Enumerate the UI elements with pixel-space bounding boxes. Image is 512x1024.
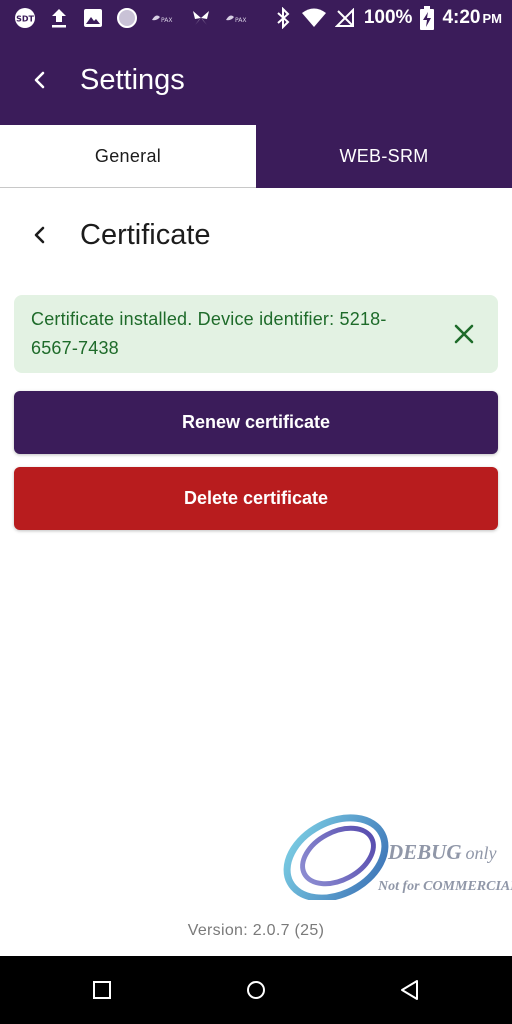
chevron-left-icon — [34, 226, 45, 244]
clock-time: 4:20 — [442, 7, 481, 28]
nav-back-button[interactable] — [394, 974, 426, 1006]
debug-watermark: DEBUG only Not for COMMERCIAL — [278, 812, 512, 902]
system-nav-bar — [0, 956, 512, 1024]
back-button[interactable] — [20, 60, 60, 100]
chevron-left-icon — [34, 71, 45, 89]
alert-message: Certificate installed. Device identifier… — [31, 309, 387, 358]
pax-icon: PAX — [150, 7, 178, 29]
battery-charging-icon — [420, 6, 435, 30]
section-header: Certificate — [0, 210, 512, 260]
back-triangle-icon — [401, 980, 418, 1000]
recents-button[interactable] — [86, 974, 118, 1006]
close-icon — [454, 324, 474, 344]
success-alert: Certificate installed. Device identifier… — [14, 295, 498, 373]
pax-icon: PAX — [224, 7, 252, 29]
svg-text:SDT: SDT — [16, 15, 34, 24]
svg-text:PAX: PAX — [235, 17, 246, 24]
debug-only-text: only — [465, 843, 497, 863]
circle-app-icon — [116, 7, 138, 29]
wifi-icon — [301, 7, 326, 29]
not-commercial-label: Not for COMMERCIAL — [378, 879, 512, 894]
sdt-icon: SDT — [14, 7, 36, 29]
alert-dismiss-button[interactable] — [450, 320, 478, 348]
certificate-back-button[interactable] — [20, 214, 60, 256]
home-button[interactable] — [240, 974, 272, 1006]
tab-general[interactable]: General — [0, 125, 256, 188]
system-status: 100% 4:20 PM — [272, 4, 502, 32]
swoosh-logo-icon — [283, 814, 389, 900]
tab-bar: General WEB-SRM — [0, 125, 512, 188]
debug-label: DEBUG only — [388, 840, 497, 865]
no-signal-icon — [334, 7, 356, 29]
upload-icon — [48, 7, 70, 29]
app-bar: Settings — [0, 36, 512, 125]
recents-square-icon — [93, 981, 111, 999]
page-title: Settings — [80, 64, 185, 96]
battery-percent: 100% — [363, 7, 413, 28]
version-label: Version: 2.0.7 (25) — [187, 922, 325, 939]
home-circle-icon — [247, 981, 265, 999]
delete-certificate-button[interactable]: Delete certificate — [14, 467, 498, 530]
bluetooth-icon — [272, 7, 294, 29]
clock: 4:20 PM — [442, 7, 502, 29]
debug-text: DEBUG — [388, 840, 462, 864]
tab-web-srm[interactable]: WEB-SRM — [256, 125, 512, 188]
notification-icons: SDT PAX PAX — [14, 6, 252, 30]
renew-certificate-button[interactable]: Renew certificate — [14, 391, 498, 454]
section-title: Certificate — [80, 219, 211, 251]
butterfly-icon — [190, 7, 212, 29]
svg-text:PAX: PAX — [161, 17, 172, 24]
clock-ampm: PM — [482, 11, 503, 26]
image-icon — [82, 7, 104, 29]
status-bar: SDT PAX PAX 100% 4:20 PM — [0, 0, 512, 36]
